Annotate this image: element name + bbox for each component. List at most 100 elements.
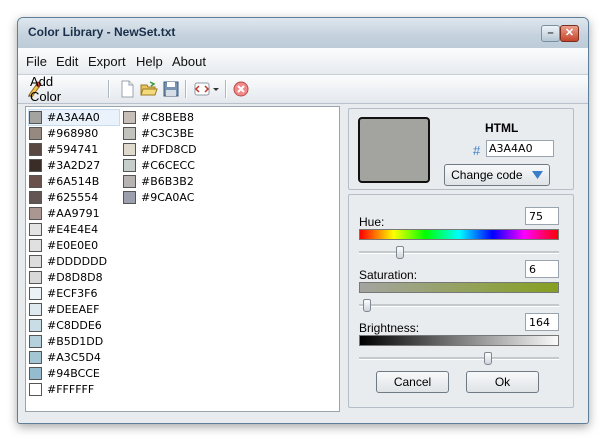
color-swatch — [29, 143, 42, 156]
color-list-item[interactable]: #B6B3B2 — [123, 174, 213, 189]
save-icon[interactable] — [162, 80, 180, 98]
color-editor-panel: HTML # A3A4A0 Change code Hue: 75 Satura… — [345, 106, 575, 410]
color-swatch — [29, 367, 42, 380]
color-hex-label: #3A2D27 — [47, 159, 101, 172]
color-hex-label: #625554 — [47, 191, 99, 204]
html-code-group: HTML # A3A4A0 Change code — [348, 108, 574, 190]
brightness-gradient-bar — [359, 335, 559, 346]
color-hex-label: #594741 — [47, 143, 99, 156]
color-list-item[interactable]: #A3A4A0 — [28, 109, 120, 126]
toolbar: Add Color — [18, 74, 588, 104]
minimize-button[interactable]: – — [541, 25, 560, 42]
color-swatch — [29, 271, 42, 284]
color-list-item[interactable]: #9CA0AC — [123, 190, 213, 205]
new-file-icon[interactable] — [118, 80, 136, 98]
color-swatch — [29, 239, 42, 252]
color-list-item[interactable]: #DFD8CD — [123, 142, 213, 157]
color-list[interactable]: #A3A4A0 #968980 #594741 #3A2D27 #6A514B #6255… — [25, 106, 340, 412]
color-list-item[interactable]: #FFFFFF — [29, 382, 119, 397]
toolbar-separator — [108, 80, 109, 98]
color-list-item[interactable]: #625554 — [29, 190, 119, 205]
color-swatch — [29, 207, 42, 220]
color-list-item[interactable]: #D8D8D8 — [29, 270, 119, 285]
brightness-slider-track[interactable] — [359, 357, 559, 360]
color-hex-label: #DEEAEF — [47, 303, 100, 316]
window-title: Color Library - NewSet.txt — [28, 25, 176, 39]
cancel-button[interactable]: Cancel — [376, 371, 449, 393]
hue-slider-thumb[interactable] — [396, 246, 404, 259]
hue-gradient-bar — [359, 229, 559, 240]
color-list-item[interactable]: #594741 — [29, 142, 119, 157]
saturation-input[interactable]: 6 — [525, 260, 559, 278]
color-swatch — [29, 303, 42, 316]
color-hex-label: #E0E0E0 — [47, 239, 99, 252]
open-folder-icon[interactable] — [140, 80, 158, 98]
color-hex-label: #6A514B — [47, 175, 100, 188]
hue-input[interactable]: 75 — [525, 207, 559, 225]
color-swatch — [29, 159, 42, 172]
color-list-item[interactable]: #C8DDE6 — [29, 318, 119, 333]
color-library-window: Color Library - NewSet.txt – ✕ File Edit… — [17, 17, 589, 424]
menu-edit[interactable]: Edit — [56, 54, 78, 69]
color-list-item[interactable]: #AA9791 — [29, 206, 119, 221]
color-list-item[interactable]: #C8BEB8 — [123, 110, 213, 125]
color-list-item[interactable]: #E4E4E4 — [29, 222, 119, 237]
color-swatch — [123, 143, 136, 156]
html-code-input[interactable]: A3A4A0 — [486, 140, 554, 157]
menu-about[interactable]: About — [172, 54, 206, 69]
add-color-button[interactable]: Add Color — [26, 74, 61, 104]
color-hex-label: #A3A4A0 — [47, 111, 100, 124]
color-swatch — [123, 127, 136, 140]
color-list-item[interactable]: #A3C5D4 — [29, 350, 119, 365]
hsb-group: Hue: 75 Saturation: 6 Brightness: 164 Ca… — [348, 194, 574, 408]
delete-icon[interactable] — [232, 80, 250, 98]
color-list-item[interactable]: #94BCCE — [29, 366, 119, 381]
color-list-item[interactable]: #DEEAEF — [29, 302, 119, 317]
color-swatch — [123, 191, 136, 204]
menu-help[interactable]: Help — [136, 54, 163, 69]
export-icon[interactable] — [193, 80, 211, 98]
color-hex-label: #D8D8D8 — [47, 271, 103, 284]
close-button[interactable]: ✕ — [560, 25, 579, 42]
hue-slider-track[interactable] — [359, 251, 559, 254]
saturation-label: Saturation: — [359, 268, 418, 282]
color-hex-label: #ECF3F6 — [47, 287, 98, 300]
color-list-item[interactable]: #B5D1DD — [29, 334, 119, 349]
color-list-item[interactable]: #C3C3BE — [123, 126, 213, 141]
color-hex-label: #9CA0AC — [141, 191, 195, 204]
color-list-item[interactable]: #E0E0E0 — [29, 238, 119, 253]
saturation-gradient-bar — [359, 282, 559, 293]
color-swatch — [29, 127, 42, 140]
color-list-item[interactable]: #3A2D27 — [29, 158, 119, 173]
brightness-slider-thumb[interactable] — [484, 352, 492, 365]
color-list-item[interactable]: #6A514B — [29, 174, 119, 189]
brightness-input[interactable]: 164 — [525, 313, 559, 331]
title-bar[interactable]: Color Library - NewSet.txt – ✕ — [18, 18, 588, 48]
color-hex-label: #C8BEB8 — [141, 111, 194, 124]
color-list-item[interactable]: #DDDDDD — [29, 254, 119, 269]
saturation-slider-thumb[interactable] — [363, 299, 371, 312]
color-swatch — [29, 287, 42, 300]
saturation-slider-track[interactable] — [359, 304, 559, 307]
color-hex-label: #DFD8CD — [141, 143, 197, 156]
dropdown-arrow-icon[interactable] — [211, 80, 221, 98]
color-hex-label: #B6B3B2 — [141, 175, 194, 188]
color-hex-label: #E4E4E4 — [47, 223, 99, 236]
menu-file[interactable]: File — [26, 54, 47, 69]
color-swatch — [29, 383, 42, 396]
color-list-item[interactable]: #968980 — [29, 126, 119, 141]
add-color-label: Add Color — [30, 74, 62, 104]
change-code-button[interactable]: Change code — [444, 164, 550, 186]
html-heading: HTML — [485, 121, 519, 135]
color-list-item[interactable]: #ECF3F6 — [29, 286, 119, 301]
toolbar-separator-2 — [185, 80, 186, 98]
color-hex-label: #B5D1DD — [47, 335, 104, 348]
menu-export[interactable]: Export — [88, 54, 126, 69]
color-list-item[interactable]: #C6CECC — [123, 158, 213, 173]
hash-symbol: # — [473, 143, 481, 158]
ok-button[interactable]: Ok — [466, 371, 539, 393]
change-code-label: Change code — [451, 168, 523, 182]
color-hex-label: #C8DDE6 — [47, 319, 102, 332]
color-hex-label: #C3C3BE — [141, 127, 195, 140]
change-code-dropdown-icon — [531, 171, 543, 180]
